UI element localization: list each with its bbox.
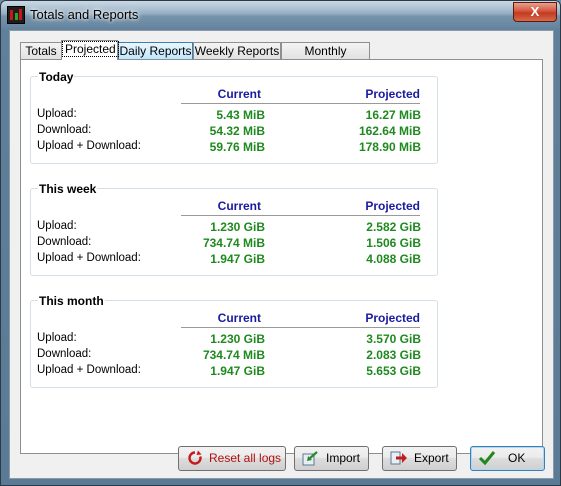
current-header: Current <box>217 87 261 101</box>
total-projected-value: 5.653 GiB <box>366 364 421 378</box>
tab-label: Projected <box>62 41 119 57</box>
upload-current-value: 1.230 GiB <box>210 332 265 346</box>
total-projected-value: 4.088 GiB <box>366 252 421 266</box>
import-label: Import <box>326 451 361 465</box>
download-label: Download: <box>37 124 92 136</box>
tab-weekly-reports[interactable]: Weekly Reports <box>193 42 281 60</box>
dialog-body: Totals Projected Daily Reports Weekly Re… <box>9 30 554 479</box>
window-title: Totals and Reports <box>30 7 139 22</box>
group-this-week: This week Current Projected Upload: Down… <box>30 182 438 276</box>
current-header: Current <box>217 199 261 213</box>
upload-current-value: 1.230 GiB <box>210 220 265 234</box>
header-divider <box>181 215 420 216</box>
current-header: Current <box>217 311 261 325</box>
tab-monthly-reports[interactable]: Monthly Reports <box>281 42 370 75</box>
tab-totals[interactable]: Totals <box>20 42 62 60</box>
download-label: Download: <box>37 348 92 360</box>
reset-label: Reset all logs <box>209 451 282 465</box>
projected-header: Projected <box>365 311 420 325</box>
total-label: Upload + Download: <box>37 140 141 152</box>
total-current-value: 59.76 MiB <box>209 140 265 154</box>
total-projected-value: 178.90 MiB <box>358 140 421 154</box>
download-projected-value: 1.506 GiB <box>366 236 421 250</box>
ok-button[interactable]: OK <box>470 446 545 471</box>
download-current-value: 54.32 MiB <box>209 124 265 138</box>
group-title: Today <box>38 70 75 84</box>
upload-label: Upload: <box>37 108 77 120</box>
download-label: Download: <box>37 236 92 248</box>
projected-header: Projected <box>365 199 420 213</box>
upload-projected-value: 3.570 GiB <box>366 332 421 346</box>
total-current-value: 1.947 GiB <box>210 252 265 266</box>
download-current-value: 734.74 MiB <box>202 348 265 362</box>
title-bar[interactable]: Totals and Reports X <box>1 1 560 29</box>
total-label: Upload + Download: <box>37 252 141 264</box>
download-current-value: 734.74 MiB <box>202 236 265 250</box>
export-button[interactable]: Export <box>382 446 457 471</box>
reset-icon <box>188 450 202 465</box>
tab-daily-reports[interactable]: Daily Reports <box>118 42 193 60</box>
import-icon <box>302 451 318 466</box>
total-label: Upload + Download: <box>37 364 141 376</box>
group-title: This month <box>38 294 105 308</box>
upload-label: Upload: <box>37 332 77 344</box>
tab-label: Daily Reports <box>119 44 192 58</box>
tab-label: Totals <box>25 44 57 58</box>
download-projected-value: 2.083 GiB <box>366 348 421 362</box>
import-button[interactable]: Import <box>294 446 369 471</box>
total-current-value: 1.947 GiB <box>210 364 265 378</box>
tab-label: Weekly Reports <box>194 44 280 58</box>
reset-all-logs-button[interactable]: Reset all logs <box>178 446 286 471</box>
projected-panel: Today Current Projected Upload: Download… <box>20 59 543 454</box>
totals-reports-window: Totals and Reports X Totals Projected Da… <box>0 0 561 486</box>
download-projected-value: 162.64 MiB <box>358 124 421 138</box>
checkmark-icon <box>478 451 496 466</box>
upload-projected-value: 16.27 MiB <box>365 108 421 122</box>
header-divider <box>181 103 420 104</box>
close-button[interactable]: X <box>513 2 557 22</box>
tab-projected[interactable]: Projected <box>61 40 119 60</box>
export-label: Export <box>414 451 449 465</box>
header-divider <box>181 327 420 328</box>
export-icon <box>390 451 407 465</box>
group-title: This week <box>38 182 98 196</box>
upload-current-value: 5.43 MiB <box>216 108 265 122</box>
ok-label: OK <box>508 451 526 465</box>
group-today: Today Current Projected Upload: Download… <box>30 70 438 164</box>
group-this-month: This month Current Projected Upload: Dow… <box>30 294 438 388</box>
upload-projected-value: 2.582 GiB <box>366 220 421 234</box>
app-icon <box>7 6 25 24</box>
projected-header: Projected <box>365 87 420 101</box>
upload-label: Upload: <box>37 220 77 232</box>
